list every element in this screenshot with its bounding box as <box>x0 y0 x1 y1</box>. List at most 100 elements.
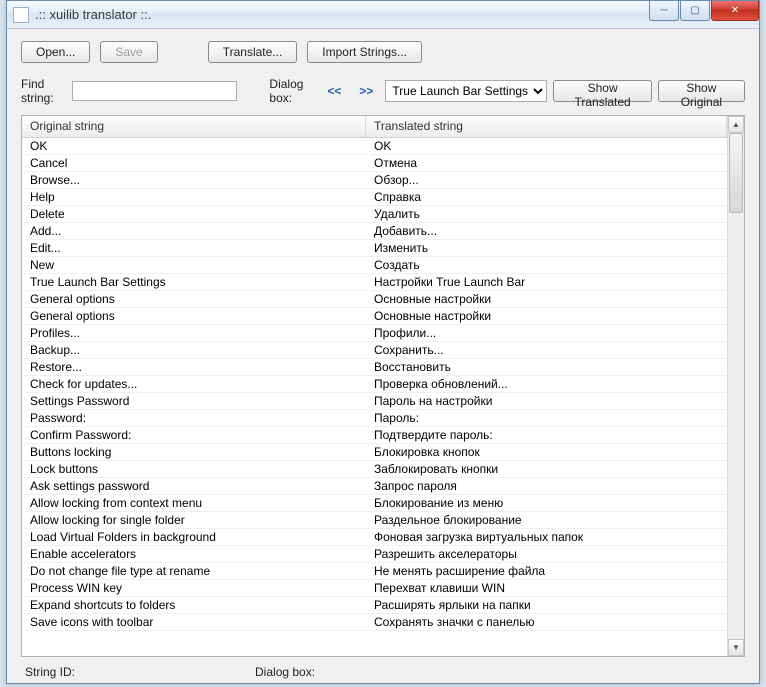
table-row[interactable]: Browse...Обзор... <box>22 172 727 189</box>
table-row[interactable]: Do not change file type at renameНе меня… <box>22 563 727 580</box>
table-row[interactable]: Edit...Изменить <box>22 240 727 257</box>
strings-table: Original string Translated string OKOKCa… <box>21 115 745 657</box>
toolbar: Open... Save Translate... Import Strings… <box>7 29 759 71</box>
cell-translated: Пароль: <box>366 410 727 426</box>
table-row[interactable]: General optionsОсновные настройки <box>22 291 727 308</box>
cell-translated: Блокировка кнопок <box>366 444 727 460</box>
cell-original: Allow locking from context menu <box>22 495 366 511</box>
table-row[interactable]: Check for updates...Проверка обновлений.… <box>22 376 727 393</box>
show-original-button[interactable]: Show Original <box>658 80 745 102</box>
cell-original: Ask settings password <box>22 478 366 494</box>
table-row[interactable]: OKOK <box>22 138 727 155</box>
cell-translated: Подтвердите пароль: <box>366 427 727 443</box>
cell-original: Allow locking for single folder <box>22 512 366 528</box>
table-row[interactable]: Add...Добавить... <box>22 223 727 240</box>
cell-translated: Раздельное блокирование <box>366 512 727 528</box>
cell-translated: OK <box>366 138 727 154</box>
cell-translated: Основные настройки <box>366 308 727 324</box>
titlebar: .:: xuilib translator ::. ─ ▢ ✕ <box>7 1 759 29</box>
table-row[interactable]: General optionsОсновные настройки <box>22 308 727 325</box>
scroll-track[interactable] <box>728 133 744 639</box>
open-button[interactable]: Open... <box>21 41 90 63</box>
minimize-button[interactable]: ─ <box>649 1 679 21</box>
cell-original: Edit... <box>22 240 366 256</box>
table-row[interactable]: Enable acceleratorsРазрешить акселератор… <box>22 546 727 563</box>
cell-translated: Фоновая загрузка виртуальных папок <box>366 529 727 545</box>
close-button[interactable]: ✕ <box>711 1 759 21</box>
cell-original: Lock buttons <box>22 461 366 477</box>
table-row[interactable]: Allow locking from context menuБлокирова… <box>22 495 727 512</box>
table-row[interactable]: Settings PasswordПароль на настройки <box>22 393 727 410</box>
cell-translated: Создать <box>366 257 727 273</box>
find-label: Find string: <box>21 77 66 105</box>
cell-original: Enable accelerators <box>22 546 366 562</box>
translate-button[interactable]: Translate... <box>208 41 298 63</box>
table-row[interactable]: HelpСправка <box>22 189 727 206</box>
table-row[interactable]: Confirm Password:Подтвердите пароль: <box>22 427 727 444</box>
cell-translated: Блокирование из меню <box>366 495 727 511</box>
cell-translated: Справка <box>366 189 727 205</box>
status-bar: String ID: Dialog box: <box>7 657 759 679</box>
cell-translated: Удалить <box>366 206 727 222</box>
cell-original: True Launch Bar Settings <box>22 274 366 290</box>
maximize-button[interactable]: ▢ <box>680 1 710 21</box>
col-translated[interactable]: Translated string <box>366 116 727 137</box>
table-row[interactable]: Password:Пароль: <box>22 410 727 427</box>
cell-original: Expand shortcuts to folders <box>22 597 366 613</box>
table-row[interactable]: CancelОтмена <box>22 155 727 172</box>
cell-translated: Перехват клавиши WIN <box>366 580 727 596</box>
app-window: .:: xuilib translator ::. ─ ▢ ✕ Open... … <box>6 0 760 684</box>
prev-dialog-button[interactable]: << <box>321 80 347 102</box>
window-title: .:: xuilib translator ::. <box>35 7 648 22</box>
cell-original: Load Virtual Folders in background <box>22 529 366 545</box>
cell-original: New <box>22 257 366 273</box>
cell-translated: Заблокировать кнопки <box>366 461 727 477</box>
table-row[interactable]: Ask settings passwordЗапрос пароля <box>22 478 727 495</box>
table-row[interactable]: Backup...Сохранить... <box>22 342 727 359</box>
status-dialog-label: Dialog box: <box>255 665 315 679</box>
scroll-down-button[interactable]: ▼ <box>728 639 744 656</box>
show-translated-button[interactable]: Show Translated <box>553 80 651 102</box>
cell-original: Help <box>22 189 366 205</box>
cell-original: Process WIN key <box>22 580 366 596</box>
table-row[interactable]: DeleteУдалить <box>22 206 727 223</box>
save-button[interactable]: Save <box>100 41 157 63</box>
dialog-box-combo[interactable]: True Launch Bar Settings <box>385 80 547 102</box>
table-row[interactable]: Expand shortcuts to foldersРасширять ярл… <box>22 597 727 614</box>
import-strings-button[interactable]: Import Strings... <box>307 41 422 63</box>
vertical-scrollbar[interactable]: ▲ ▼ <box>727 116 744 656</box>
cell-translated: Основные настройки <box>366 291 727 307</box>
cell-translated: Расширять ярлыки на папки <box>366 597 727 613</box>
table-row[interactable]: Profiles...Профили... <box>22 325 727 342</box>
table-row[interactable]: Process WIN keyПерехват клавиши WIN <box>22 580 727 597</box>
table-row[interactable]: Buttons lockingБлокировка кнопок <box>22 444 727 461</box>
table-row[interactable]: Load Virtual Folders in backgroundФонова… <box>22 529 727 546</box>
table-row[interactable]: True Launch Bar SettingsНастройки True L… <box>22 274 727 291</box>
scroll-up-button[interactable]: ▲ <box>728 116 744 133</box>
cell-translated: Отмена <box>366 155 727 171</box>
cell-original: Delete <box>22 206 366 222</box>
table-row[interactable]: NewСоздать <box>22 257 727 274</box>
next-dialog-button[interactable]: >> <box>353 80 379 102</box>
scroll-thumb[interactable] <box>729 133 743 213</box>
cell-translated: Восстановить <box>366 359 727 375</box>
cell-original: Do not change file type at rename <box>22 563 366 579</box>
cell-translated: Сохранить... <box>366 342 727 358</box>
cell-translated: Добавить... <box>366 223 727 239</box>
table-row[interactable]: Lock buttonsЗаблокировать кнопки <box>22 461 727 478</box>
col-original[interactable]: Original string <box>22 116 366 137</box>
find-input[interactable] <box>72 81 237 101</box>
table-row[interactable]: Restore...Восстановить <box>22 359 727 376</box>
cell-translated: Не менять расширение файла <box>366 563 727 579</box>
table-row[interactable]: Save icons with toolbarСохранять значки … <box>22 614 727 631</box>
cell-translated: Пароль на настройки <box>366 393 727 409</box>
cell-translated: Разрешить акселераторы <box>366 546 727 562</box>
cell-translated: Запрос пароля <box>366 478 727 494</box>
cell-original: Browse... <box>22 172 366 188</box>
cell-original: OK <box>22 138 366 154</box>
table-row[interactable]: Allow locking for single folderРаздельно… <box>22 512 727 529</box>
cell-translated: Профили... <box>366 325 727 341</box>
cell-original: Confirm Password: <box>22 427 366 443</box>
dialog-box-label: Dialog box: <box>269 77 315 105</box>
cell-translated: Изменить <box>366 240 727 256</box>
